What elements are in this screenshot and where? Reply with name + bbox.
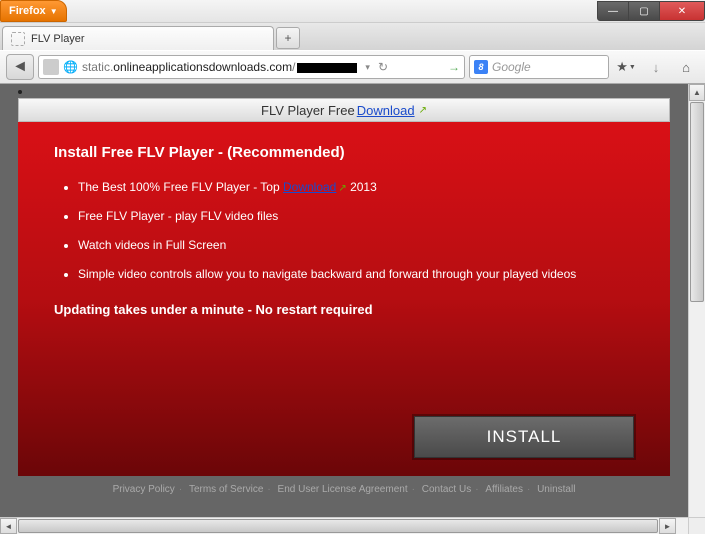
footer-link[interactable]: Privacy Policy [113, 484, 175, 495]
downloads-button[interactable]: ↓ [643, 55, 669, 79]
scroll-thumb[interactable] [690, 102, 704, 302]
search-box[interactable]: 8 Google [469, 55, 609, 79]
install-button[interactable]: INSTALL [414, 416, 634, 458]
footer-link[interactable]: Affiliates [485, 484, 523, 495]
url-dropdown-icon[interactable]: ▾ [363, 62, 372, 73]
vertical-scrollbar[interactable]: ▲ ▼ [688, 84, 705, 534]
scroll-right-button[interactable]: ► [659, 518, 676, 534]
scroll-track[interactable] [689, 303, 705, 517]
banner-text: FLV Player Free [261, 103, 355, 118]
scroll-left-button[interactable]: ◄ [0, 518, 17, 534]
scrollbar-corner [688, 517, 705, 534]
external-link-icon: ↗ [338, 183, 346, 194]
go-icon[interactable]: → [448, 60, 460, 74]
footer-link[interactable]: Contact Us [422, 484, 471, 495]
firefox-menu-button[interactable]: Firefox ▼ [0, 0, 67, 22]
star-icon: ★ [616, 59, 628, 75]
site-identity-icon[interactable] [43, 59, 59, 75]
scroll-up-button[interactable]: ▲ [689, 84, 705, 101]
url-bar[interactable]: 🌐 static.onlineapplicationsdownloads.com… [38, 55, 465, 79]
banner-bar: FLV Player Free Download ↗ [18, 98, 670, 122]
globe-icon: 🌐 [63, 60, 78, 74]
home-icon: ⌂ [682, 60, 690, 75]
titlebar: Firefox ▼ — ▢ ✕ [0, 0, 705, 22]
tab-title: FLV Player [31, 33, 85, 45]
back-button[interactable]: ◄ [6, 54, 34, 80]
list-item: The Best 100% Free FLV Player - Top Down… [78, 179, 598, 196]
bullet-download-link[interactable]: Download [283, 180, 336, 194]
url-text: static.onlineapplicationsdownloads.com/ [82, 60, 359, 74]
chevron-down-icon: ▼ [629, 64, 636, 71]
download-icon: ↓ [653, 60, 660, 75]
footer-link[interactable]: Uninstall [537, 484, 575, 495]
new-tab-button[interactable]: + [276, 27, 300, 49]
horizontal-scrollbar[interactable]: ◄ ► [0, 517, 688, 534]
footer-links: Privacy Policy· Terms of Service· End Us… [18, 484, 670, 495]
list-item: Simple video controls allow you to navig… [78, 266, 598, 283]
url-redacted [297, 63, 357, 73]
nav-toolbar: ◄ 🌐 static.onlineapplicationsdownloads.c… [0, 50, 705, 84]
banner-download-link[interactable]: Download [357, 103, 415, 118]
close-button[interactable]: ✕ [659, 1, 705, 21]
decorative-dot [18, 90, 22, 94]
firefox-menu-label: Firefox [9, 5, 46, 17]
list-item: Free FLV Player - play FLV video files [78, 208, 598, 225]
tab-active[interactable]: FLV Player [2, 26, 274, 50]
page-content: FLV Player Free Download ↗ Install Free … [0, 84, 688, 517]
search-placeholder: Google [492, 60, 531, 74]
main-panel: Install Free FLV Player - (Recommended) … [18, 122, 670, 476]
main-heading: Install Free FLV Player - (Recommended) [54, 144, 634, 161]
tab-strip: FLV Player + [0, 22, 705, 50]
home-button[interactable]: ⌂ [673, 55, 699, 79]
footer-link[interactable]: Terms of Service [189, 484, 263, 495]
search-engine-icon[interactable]: 8 [474, 60, 488, 74]
reload-icon[interactable]: ↻ [376, 60, 390, 74]
scroll-thumb-h[interactable] [18, 519, 658, 533]
feature-list: The Best 100% Free FLV Player - Top Down… [54, 179, 634, 282]
external-link-icon: ↗ [419, 105, 427, 116]
content-viewport: FLV Player Free Download ↗ Install Free … [0, 84, 705, 534]
bookmarks-button[interactable]: ★ ▼ [613, 55, 639, 79]
window-controls: — ▢ ✕ [598, 1, 705, 21]
updating-text: Updating takes under a minute - No resta… [54, 302, 634, 317]
page-icon [11, 32, 25, 46]
chevron-down-icon: ▼ [50, 7, 58, 16]
footer-link[interactable]: End User License Agreement [278, 484, 408, 495]
maximize-button[interactable]: ▢ [628, 1, 660, 21]
minimize-button[interactable]: — [597, 1, 629, 21]
list-item: Watch videos in Full Screen [78, 237, 598, 254]
